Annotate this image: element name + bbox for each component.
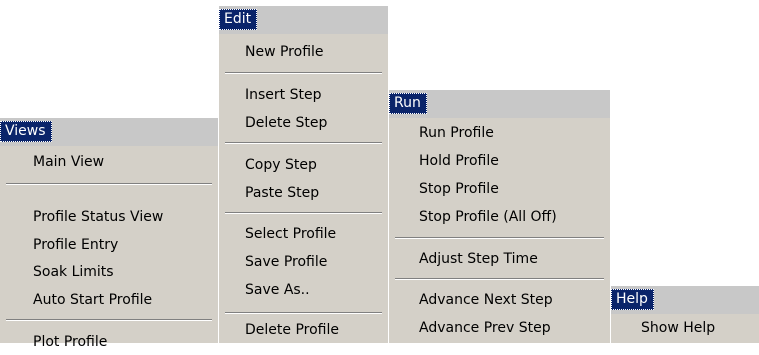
menu-item-show-help[interactable]: Show Help [611,315,759,341]
run-menu-title[interactable]: Run [389,93,427,114]
views-menu-header: Views [0,118,218,146]
menu-item-plot-profile[interactable]: Plot Profile [0,329,218,355]
menu-item-profile-status-view[interactable]: Profile Status View [0,204,218,230]
menu-item-save-profile[interactable]: Save Profile [219,249,388,275]
menu-separator [225,212,382,214]
edit-menu-header: Edit [219,6,388,34]
menu-separator [6,183,212,185]
menu-item-paste-step[interactable]: Paste Step [219,180,388,206]
help-menu-header: Help [611,286,759,314]
menu-item-run-profile[interactable]: Run Profile [389,120,610,146]
edit-menu-title[interactable]: Edit [219,9,258,30]
edit-menu-body: New Profile Insert Step Delete Step Copy… [219,34,388,343]
menu-item-insert-step[interactable]: Insert Step [219,82,388,108]
menu-item-new-profile[interactable]: New Profile [219,39,388,65]
menu-item-delete-step[interactable]: Delete Step [219,110,388,136]
menu-separator [225,72,382,74]
help-menu: Help Show Help [611,286,759,343]
menu-item-adjust-step-time[interactable]: Adjust Step Time [389,246,610,272]
menu-item-advance-prev-step[interactable]: Advance Prev Step [389,315,610,341]
menu-item-main-view[interactable]: Main View [0,149,218,175]
menu-item-delete-profile[interactable]: Delete Profile [219,317,388,343]
run-menu-body: Run Profile Hold Profile Stop Profile St… [389,118,610,343]
help-menu-body: Show Help [611,314,759,343]
menu-separator [395,237,604,239]
menu-item-copy-step[interactable]: Copy Step [219,152,388,178]
menu-item-select-profile[interactable]: Select Profile [219,221,388,247]
views-menu-title[interactable]: Views [0,121,52,142]
views-menu-body: Main View Profile Status View Profile En… [0,146,218,350]
run-menu-header: Run [389,90,610,118]
menu-separator [225,142,382,144]
menu-separator [395,278,604,280]
menu-item-soak-limits[interactable]: Soak Limits [0,259,218,285]
help-menu-title[interactable]: Help [611,289,654,310]
menu-item-hold-profile[interactable]: Hold Profile [389,148,610,174]
menu-item-stop-profile-all-off[interactable]: Stop Profile (All Off) [389,204,610,230]
menu-item-auto-start-profile[interactable]: Auto Start Profile [0,287,218,313]
menu-item-advance-next-step[interactable]: Advance Next Step [389,287,610,313]
menu-item-stop-profile[interactable]: Stop Profile [389,176,610,202]
run-menu: Run Run Profile Hold Profile Stop Profil… [389,90,610,343]
edit-menu: Edit New Profile Insert Step Delete Step… [219,6,388,343]
menu-separator [6,319,212,321]
menu-item-save-as[interactable]: Save As.. [219,277,388,303]
menu-separator [225,312,382,314]
menu-item-profile-entry[interactable]: Profile Entry [0,232,218,258]
views-menu: Views Main View Profile Status View Prof… [0,118,218,350]
